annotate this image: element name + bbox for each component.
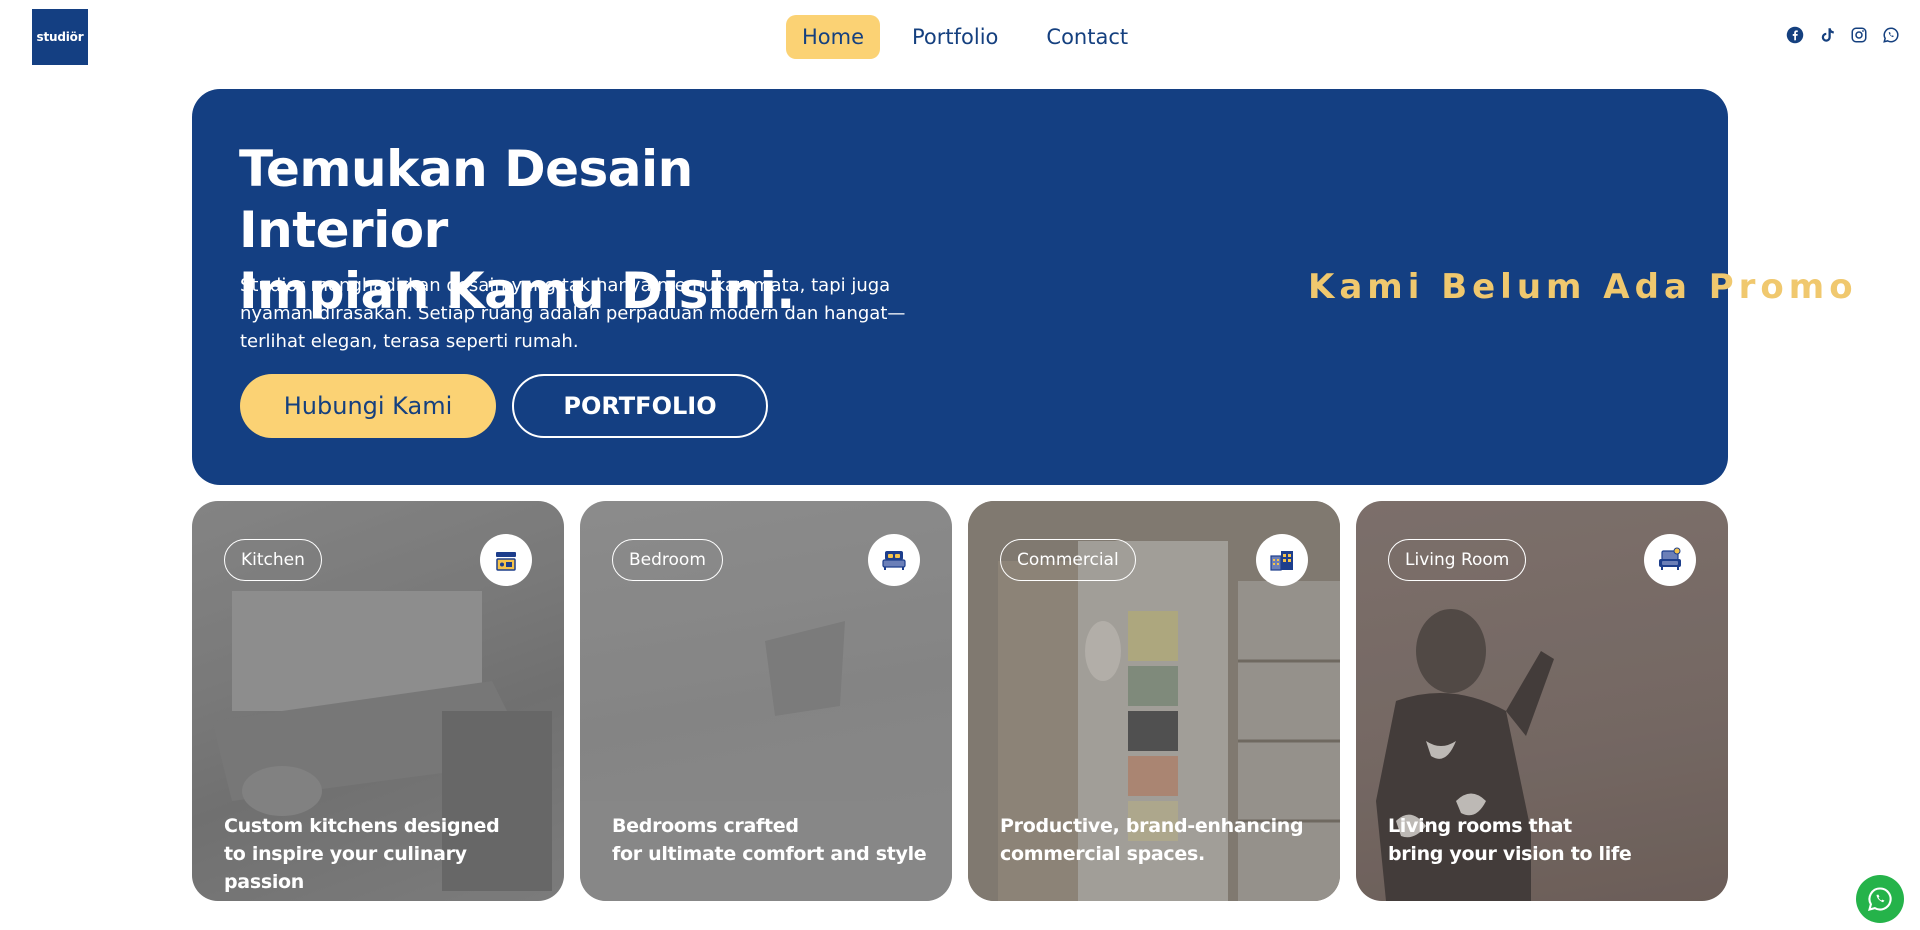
caption-line2: bring your vision to life <box>1388 843 1632 865</box>
category-card-caption: Productive, brand-enhancing commercial s… <box>1000 812 1320 868</box>
caption-line1: Productive, brand-enhancing <box>1000 815 1304 837</box>
category-card-kitchen[interactable]: Kitchen Custom kitchens designed to insp… <box>192 501 564 901</box>
sofa-icon <box>1644 534 1696 586</box>
social-links <box>1786 26 1900 44</box>
caption-line1: Living rooms that <box>1388 815 1572 837</box>
studior-logo[interactable]: studiör <box>32 9 88 65</box>
category-card-caption: Living rooms that bring your vision to l… <box>1388 812 1708 868</box>
portfolio-button[interactable]: PORTFOLIO <box>512 374 768 438</box>
nav-contact[interactable]: Contact <box>1030 15 1144 59</box>
kitchen-icon <box>480 534 532 586</box>
category-card-caption: Bedrooms crafted for ultimate comfort an… <box>612 812 932 868</box>
category-card-bedroom[interactable]: Bedroom Bedrooms crafted for ultimate co… <box>580 501 952 901</box>
category-card-caption: Custom kitchens designed to inspire your… <box>224 812 544 896</box>
caption-line1: Custom kitchens designed <box>224 815 500 837</box>
category-cards: Kitchen Custom kitchens designed to insp… <box>192 501 1728 901</box>
facebook-icon[interactable] <box>1786 26 1804 44</box>
caption-line2: for ultimate comfort and style <box>612 843 927 865</box>
category-card-living-room[interactable]: Living Room Living rooms that bring your… <box>1356 501 1728 901</box>
category-tag-bedroom: Bedroom <box>612 539 723 581</box>
whatsapp-icon[interactable] <box>1882 26 1900 44</box>
category-card-commercial[interactable]: Commercial Productive, brand-enhancing c… <box>968 501 1340 901</box>
caption-line2: commercial spaces. <box>1000 843 1205 865</box>
tiktok-icon[interactable] <box>1818 26 1836 44</box>
caption-line1: Bedrooms crafted <box>612 815 799 837</box>
contact-us-button[interactable]: Hubungi Kami <box>240 374 496 438</box>
category-tag-kitchen: Kitchen <box>224 539 322 581</box>
nav-home[interactable]: Home <box>786 15 881 59</box>
promo-text: Kami Belum Ada Promo <box>1308 267 1858 307</box>
main-nav: Home Portfolio Contact <box>786 15 1144 59</box>
top-navbar: studiör Home Portfolio Contact <box>0 0 1920 76</box>
caption-line2: to inspire your culinary passion <box>224 843 467 893</box>
hero-banner: Temukan Desain Interior Impian Kamu Disi… <box>192 89 1858 485</box>
category-tag-living-room: Living Room <box>1388 539 1527 581</box>
instagram-icon[interactable] <box>1850 26 1868 44</box>
commercial-building-icon <box>1256 534 1308 586</box>
nav-portfolio[interactable]: Portfolio <box>896 15 1014 59</box>
whatsapp-float-button[interactable] <box>1856 875 1904 923</box>
category-tag-commercial: Commercial <box>1000 539 1136 581</box>
bed-icon <box>868 534 920 586</box>
whatsapp-icon <box>1868 887 1892 911</box>
